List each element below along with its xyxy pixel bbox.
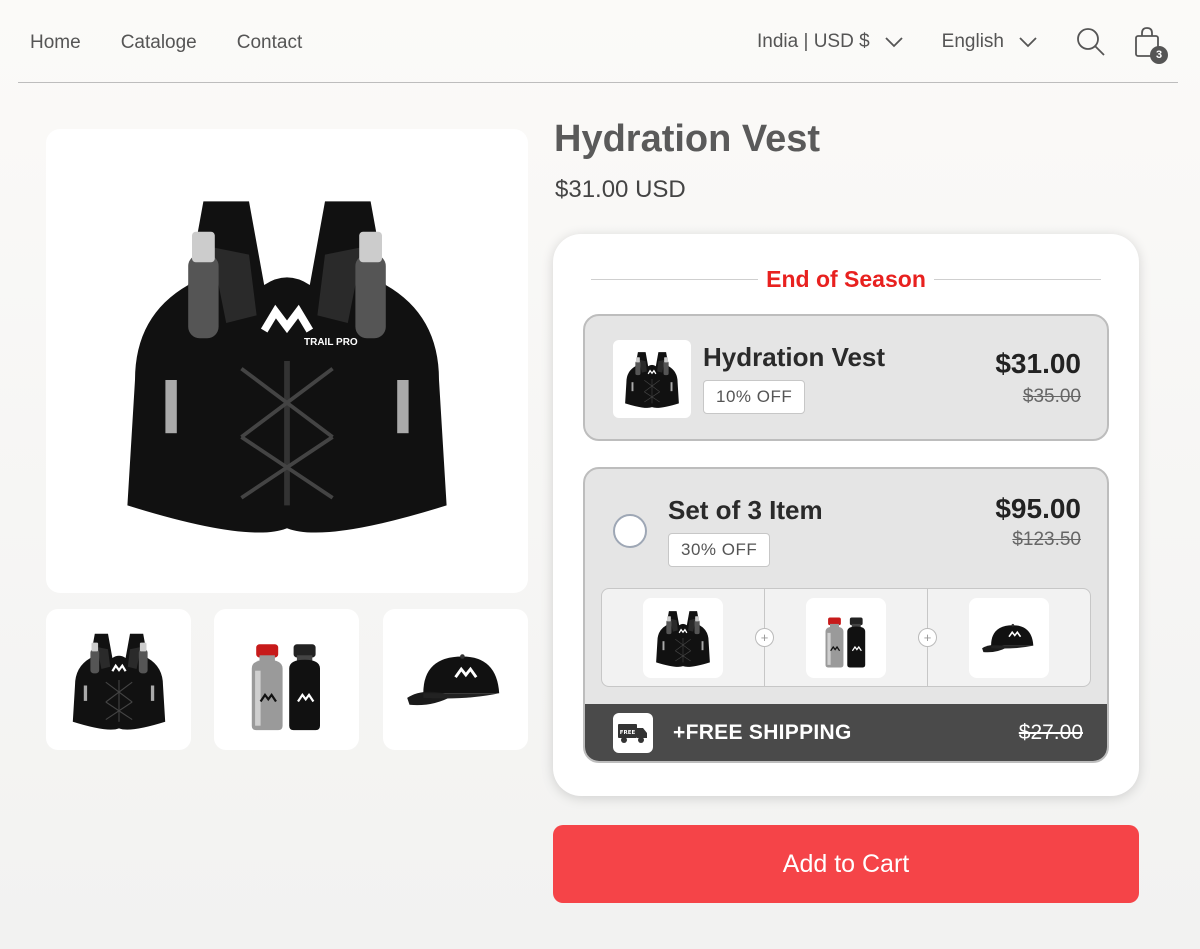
bottles-thumbnail-icon <box>232 622 342 737</box>
hydration-vest-image <box>97 161 477 561</box>
season-banner-text-wrap: End of Season <box>591 266 1101 293</box>
chevron-down-icon <box>1019 37 1037 48</box>
nav-links: Home Cataloge Contact <box>30 32 302 54</box>
season-banner-text: End of Season <box>758 266 934 292</box>
option-old-price: $123.50 <box>1012 529 1081 550</box>
country-selector[interactable]: India | USD $ <box>757 31 904 53</box>
add-to-cart-button[interactable]: Add to Cart <box>553 825 1139 903</box>
search-icon <box>1077 28 1105 56</box>
bundle-offer-card: End of Season Hydration Vest 10% OFF $31… <box>553 234 1139 796</box>
nav-divider <box>18 82 1178 83</box>
option-price: $31.00 <box>995 348 1081 379</box>
plus-icon: + <box>918 628 937 647</box>
delivery-truck-icon: FREE <box>613 712 653 753</box>
search-button[interactable] <box>1076 27 1106 57</box>
bundle-thumb <box>806 597 886 678</box>
bundle-thumb <box>969 597 1049 678</box>
bundle-items-row: + + <box>601 588 1091 687</box>
free-shipping-label: +FREE SHIPPING <box>673 720 852 744</box>
bundle-option-single[interactable]: Hydration Vest 10% OFF $31.00 $35.00 <box>583 314 1109 441</box>
bundle-thumb <box>643 597 723 678</box>
free-shipping-bar: FREE +FREE SHIPPING $27.00 <box>585 704 1107 761</box>
option-name: Hydration Vest <box>703 342 886 372</box>
bundle-item-cap: + <box>918 589 1090 686</box>
main-product-image[interactable]: TRAIL PRO <box>46 129 528 593</box>
vest-brand-text: TRAIL PRO <box>304 337 358 348</box>
bottles-icon <box>814 603 878 673</box>
thumbnail-bottles[interactable] <box>214 609 359 750</box>
cap-thumbnail-icon <box>393 622 518 737</box>
thumbnail-cap[interactable] <box>383 609 528 750</box>
chevron-down-icon <box>885 37 903 48</box>
cap-icon <box>974 606 1044 670</box>
vest-thumbnail-icon <box>64 620 174 740</box>
plus-icon: + <box>755 628 774 647</box>
thumbnail-vest[interactable] <box>46 609 191 750</box>
nav-link-catalog[interactable]: Cataloge <box>121 32 197 54</box>
product-title: Hydration Vest <box>554 118 821 160</box>
shipping-old-price: $27.00 <box>1018 720 1083 744</box>
option-thumbnail <box>613 340 691 418</box>
season-banner: End of Season <box>591 266 1101 292</box>
nav-link-contact[interactable]: Contact <box>237 32 302 54</box>
nav-link-home[interactable]: Home <box>30 32 81 54</box>
option-radio[interactable] <box>613 514 647 548</box>
cart-button[interactable]: 3 <box>1134 26 1168 64</box>
product-price: $31.00 USD <box>555 176 686 203</box>
truck-shape: FREE <box>618 723 647 743</box>
truck-label: FREE <box>620 730 636 736</box>
bundle-option-set[interactable]: Set of 3 Item 30% OFF $95.00 $123.50 + + <box>583 467 1109 763</box>
language-label: English <box>941 31 1004 52</box>
vest-icon <box>651 603 715 673</box>
option-price: $95.00 <box>995 493 1081 524</box>
option-name: Set of 3 Item <box>668 495 823 525</box>
nav-actions: India | USD $ English 3 <box>757 26 1168 64</box>
discount-badge: 30% OFF <box>668 533 771 567</box>
cart-count-badge: 3 <box>1150 46 1168 64</box>
country-label: India | USD $ <box>757 31 870 52</box>
top-nav: Home Cataloge Contact India | USD $ Engl… <box>0 0 1200 84</box>
discount-badge: 10% OFF <box>703 380 806 414</box>
bundle-item-bottles: + <box>755 589 927 686</box>
bundle-item-vest <box>602 589 764 686</box>
vest-icon <box>620 344 684 414</box>
language-selector[interactable]: English <box>942 31 1038 53</box>
option-old-price: $35.00 <box>1022 386 1081 407</box>
